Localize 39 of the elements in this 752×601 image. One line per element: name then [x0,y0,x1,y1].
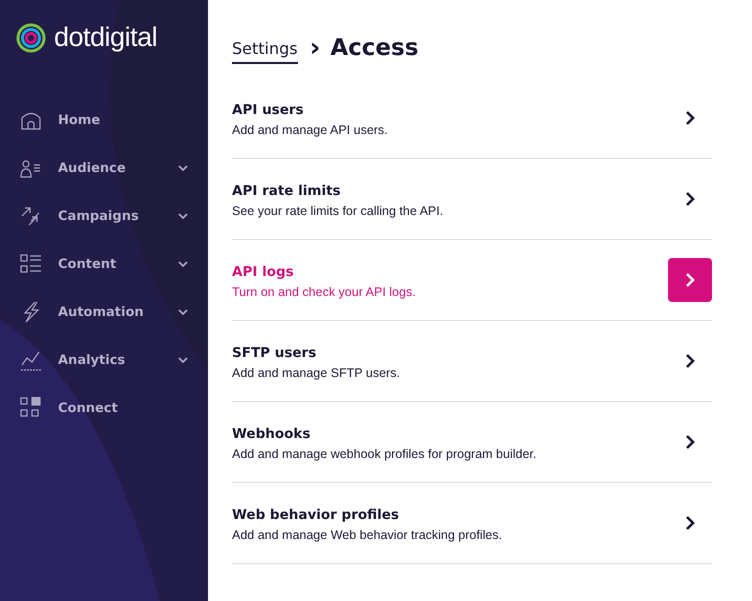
item-title[interactable]: Webhooks [232,426,668,442]
nav-item[interactable]: Campaigns [0,192,208,240]
nav-item[interactable]: Analytics [0,336,208,384]
item-description: See your rate limits for calling the API. [232,204,444,218]
arrows-icon [20,205,42,227]
nav-item[interactable]: Connect [0,384,208,432]
breadcrumb-link[interactable]: Settings [232,38,298,64]
item-title[interactable]: API users [232,102,668,118]
logo-text: dotdigital [54,22,158,53]
nav-item[interactable]: Automation [0,288,208,336]
chevron-right-icon [684,191,696,207]
chevron-right-icon [684,434,696,450]
line-chart-icon [20,349,42,371]
item-title[interactable]: API rate limits [232,182,668,198]
nav-item[interactable]: Home [0,96,208,144]
item-description: Add and manage API users. [232,122,389,136]
chevron-down-icon [178,261,188,267]
item-description: Turn on and check your API logs. [232,284,417,298]
breadcrumb-separator: › [310,33,320,63]
chevron-down-icon [178,165,188,171]
nav-item[interactable]: Content [0,240,208,288]
grid-list-icon [20,253,42,275]
chevron-right-icon [684,110,696,126]
chevron-down-icon [178,213,188,219]
chevron-right-icon [684,353,696,369]
chevron-right-icon [684,272,696,288]
squares-icon [20,397,42,419]
item-description: Add and manage Web behavior tracking profiles. [232,528,504,542]
item-description: Add and manage webhook profiles for program builder. [232,446,538,460]
nav-item[interactable]: Audience [0,144,208,192]
item-title[interactable]: Web behavior profiles [232,506,668,522]
chevron-down-icon [178,357,188,363]
item-description: Add and manage SFTP users. [232,366,401,380]
chevron-right-icon [684,515,696,531]
item-title[interactable]: API logs [232,264,668,280]
chevron-down-icon [178,309,188,315]
item-title[interactable]: SFTP users [232,344,668,360]
logo-icon [16,22,46,52]
page-title: Access [330,35,418,61]
